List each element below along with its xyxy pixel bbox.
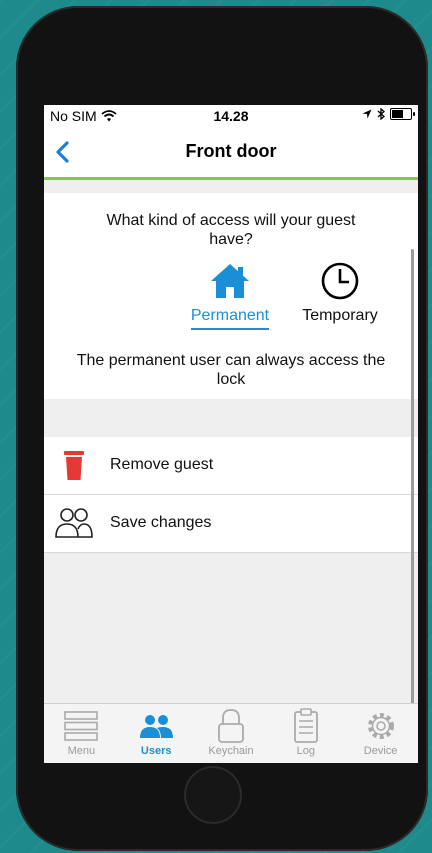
tab-keychain[interactable]: Keychain xyxy=(194,704,269,763)
temporary-option[interactable]: Temporary xyxy=(290,261,390,328)
bluetooth-icon xyxy=(377,108,385,120)
tab-menu[interactable]: Menu xyxy=(44,704,119,763)
remove-guest-button[interactable]: Remove guest xyxy=(44,437,418,495)
home-icon xyxy=(211,264,249,298)
tab-device[interactable]: Device xyxy=(343,704,418,763)
scrollbar[interactable] xyxy=(411,249,414,709)
tab-log[interactable]: Log xyxy=(268,704,343,763)
access-type-card: What kind of access will your guest have… xyxy=(44,193,418,399)
clipboard-icon xyxy=(293,708,318,743)
users-icon xyxy=(140,715,174,738)
battery-icon xyxy=(390,108,415,120)
clock-icon xyxy=(321,262,359,300)
temporary-label: Temporary xyxy=(302,307,378,324)
permanent-option[interactable]: Permanent xyxy=(180,261,280,330)
remove-guest-label: Remove guest xyxy=(110,456,214,473)
permanent-label: Permanent xyxy=(190,307,270,330)
gear-icon xyxy=(367,713,394,739)
status-bar: No SIM 14.28 xyxy=(44,105,418,127)
save-changes-button[interactable]: Save changes xyxy=(44,495,418,553)
app-screen: No SIM 14.28 Front door What kind of acc… xyxy=(44,105,418,763)
users-icon xyxy=(55,508,93,538)
home-button[interactable] xyxy=(184,766,242,824)
navigation-bar: Front door xyxy=(44,127,418,180)
page-title: Front door xyxy=(185,141,277,161)
menu-icon xyxy=(64,711,99,741)
access-question: What kind of access will your guest have… xyxy=(106,212,356,248)
location-arrow-icon xyxy=(362,109,372,119)
tab-bar: Menu Users Keychain Log Device xyxy=(44,703,418,763)
action-list: Remove guest Save changes xyxy=(44,437,418,553)
trash-icon xyxy=(64,451,84,480)
tab-users[interactable]: Users xyxy=(119,704,194,763)
lock-icon xyxy=(218,709,244,743)
save-changes-label: Save changes xyxy=(110,514,212,531)
access-description: The permanent user can always access the… xyxy=(76,352,386,388)
